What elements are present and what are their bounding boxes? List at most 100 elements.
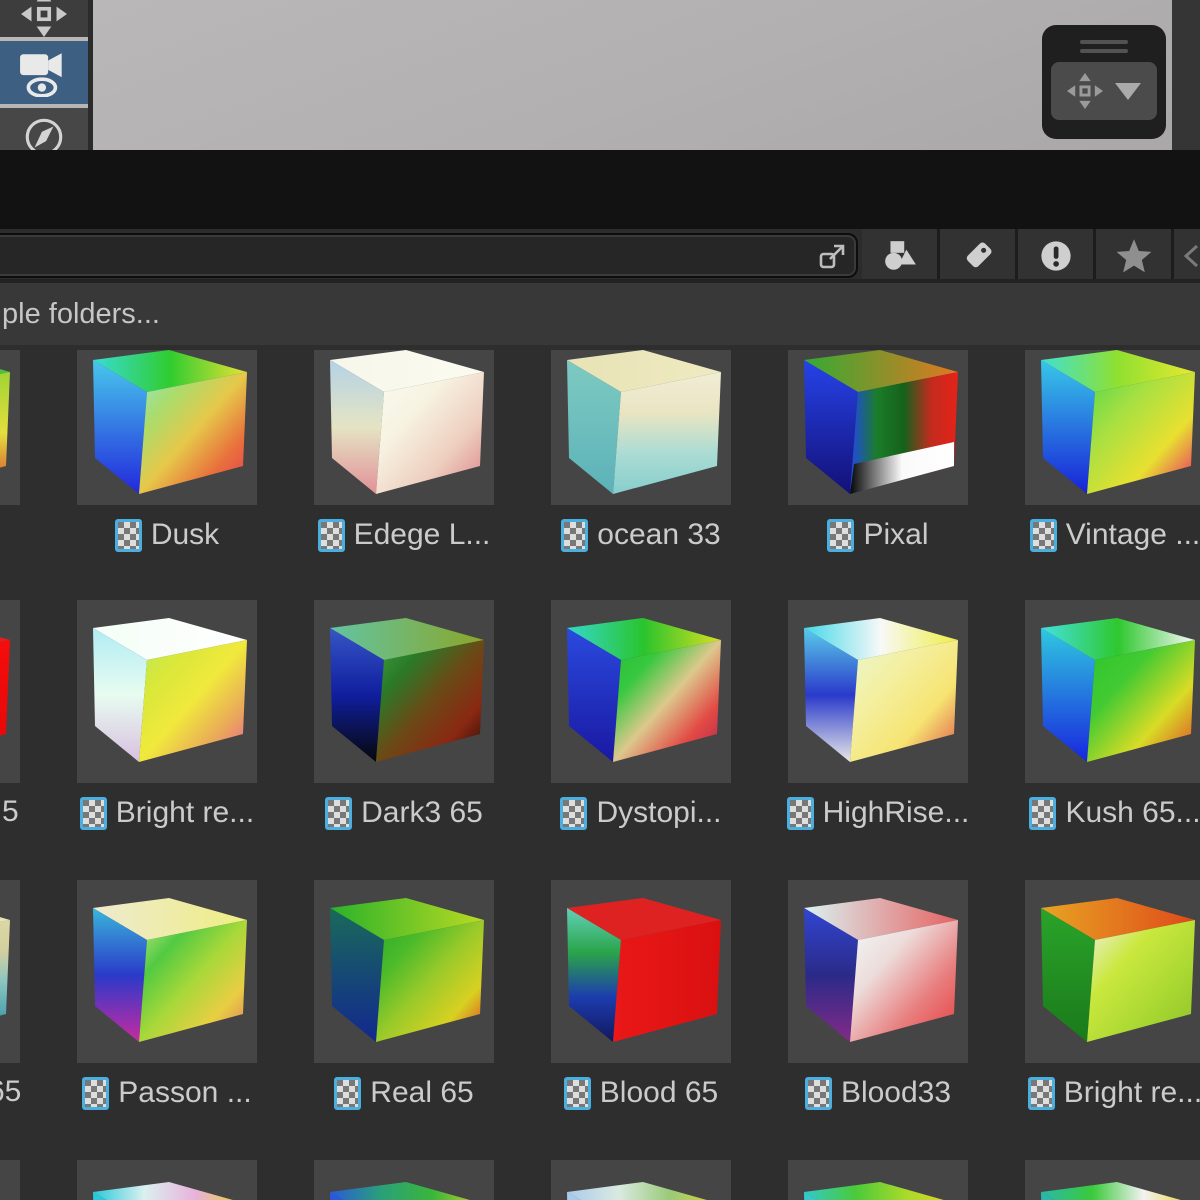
toolbar-divider [88,0,93,150]
asset-thumbnail [314,880,494,1063]
texture-icon [317,518,345,552]
asset-item[interactable]: Bright re... [1025,880,1200,1110]
asset-item[interactable] [0,1160,20,1200]
asset-thumbnail [551,1160,731,1200]
lut-cube-preview [0,917,10,1016]
texture-icon [786,796,814,830]
asset-label-row: ocean 33 [531,513,751,557]
asset-item[interactable] [788,1160,968,1200]
search-by-import-log-button[interactable] [1018,229,1093,283]
lut-cube-preview [330,618,484,762]
asset-label: Real 65 [370,1076,474,1109]
lut-cube-preview [93,618,247,762]
camera-preview-button[interactable] [0,41,88,104]
search-by-type-button[interactable] [862,229,937,283]
asset-item[interactable] [314,1160,494,1200]
asset-thumbnail [1025,350,1200,505]
asset-thumbnail [788,880,968,1063]
view-move-tool-button[interactable] [0,0,88,37]
asset-thumbnail [77,600,257,783]
tag-icon [961,239,995,273]
lut-cube-preview [330,1182,470,1200]
results-bar-text: ple folders... [2,297,160,330]
asset-item[interactable] [0,350,20,505]
asset-label-row: Blood 65 [531,1071,751,1115]
asset-item[interactable] [1025,1160,1200,1200]
asset-label: Dystopi... [596,796,722,829]
lut-cube-preview [1041,618,1195,762]
search-results-bar: ple folders... [0,279,1200,345]
asset-label-row: Kush 65... [1005,791,1200,835]
texture-icon [827,518,855,552]
partial-asset-label: 65 [0,1075,22,1108]
texture-icon [563,1076,591,1110]
asset-label: Pixal [863,518,929,551]
asset-item[interactable] [551,1160,731,1200]
asset-item[interactable] [0,600,20,783]
save-search-button[interactable] [1096,229,1171,283]
asset-thumbnail [551,350,731,505]
asset-label: Vintage ... [1065,518,1200,551]
asset-item[interactable]: Passon ... [77,880,257,1110]
asset-label-row: Dusk [57,513,277,557]
search-by-label-button[interactable] [940,229,1015,283]
asset-item[interactable]: Edege L... [314,350,494,552]
header-band [0,150,1200,229]
asset-item[interactable]: Blood33 [788,880,968,1110]
drag-handle[interactable] [1042,25,1166,53]
orientation-compass-button[interactable] [0,108,88,150]
lut-cube-preview [1041,1182,1181,1200]
asset-item[interactable]: Pixal [788,350,968,552]
asset-label: Edege L... [353,518,491,551]
texture-icon [804,1076,832,1110]
asset-label-row: Edege L... [294,513,514,557]
move-tool-icon [1067,73,1103,109]
asset-thumbnail [551,600,731,783]
texture-icon [561,518,589,552]
asset-label: Blood33 [840,1076,952,1109]
lut-cube-preview [93,898,247,1042]
asset-item[interactable]: Dusk [77,350,257,552]
asset-item[interactable]: Blood 65 [551,880,731,1110]
asset-item[interactable]: Dystopi... [551,600,731,830]
asset-item[interactable]: Bright re... [77,600,257,830]
asset-item[interactable]: Dark3 65 [314,600,494,830]
camera-eye-icon [18,49,70,97]
asset-thumbnail [77,880,257,1063]
triangle-down-icon [1115,82,1141,100]
asset-thumbnail [314,350,494,505]
move-tool-button[interactable] [1051,62,1157,120]
asset-item[interactable]: HighRise... [786,600,969,830]
asset-item[interactable]: Vintage ... [1025,350,1200,552]
asset-item[interactable] [0,880,20,1063]
panel-edge [1172,0,1200,150]
asset-item[interactable]: ocean 33 [551,350,731,552]
asset-item[interactable]: Kush 65... [1025,600,1200,830]
asset-thumbnail [788,350,968,505]
asset-thumbnail [0,880,20,1063]
lut-cube-preview [567,1182,707,1200]
lut-cube-preview [567,898,721,1042]
asset-thumbnail [0,1160,20,1200]
search-field[interactable] [0,233,858,278]
tools-overlay-panel [1042,25,1166,139]
asset-item[interactable] [77,1160,257,1200]
lut-cube-preview [804,898,958,1042]
search-input[interactable] [2,237,782,275]
asset-label-row: Bright re... [57,791,277,835]
asset-label: Kush 65... [1065,796,1200,829]
scene-view[interactable] [0,0,1200,150]
texture-icon [560,796,588,830]
texture-icon [1027,1076,1055,1110]
search-filter-buttons [862,229,1200,283]
star-icon [1115,238,1153,274]
asset-label: Bright re... [115,796,255,829]
scene-toolbar [0,0,88,150]
asset-label-row: Dystopi... [531,791,751,835]
asset-grid[interactable]: Dusk Edege L... ocean 33 Pixal Vintage .… [0,345,1200,1200]
asset-item[interactable]: Real 65 [314,880,494,1110]
more-filters-button[interactable] [1174,229,1200,283]
asset-label-row: Blood33 [768,1071,988,1115]
texture-icon [1029,796,1057,830]
open-in-new-window-icon[interactable] [817,242,847,272]
